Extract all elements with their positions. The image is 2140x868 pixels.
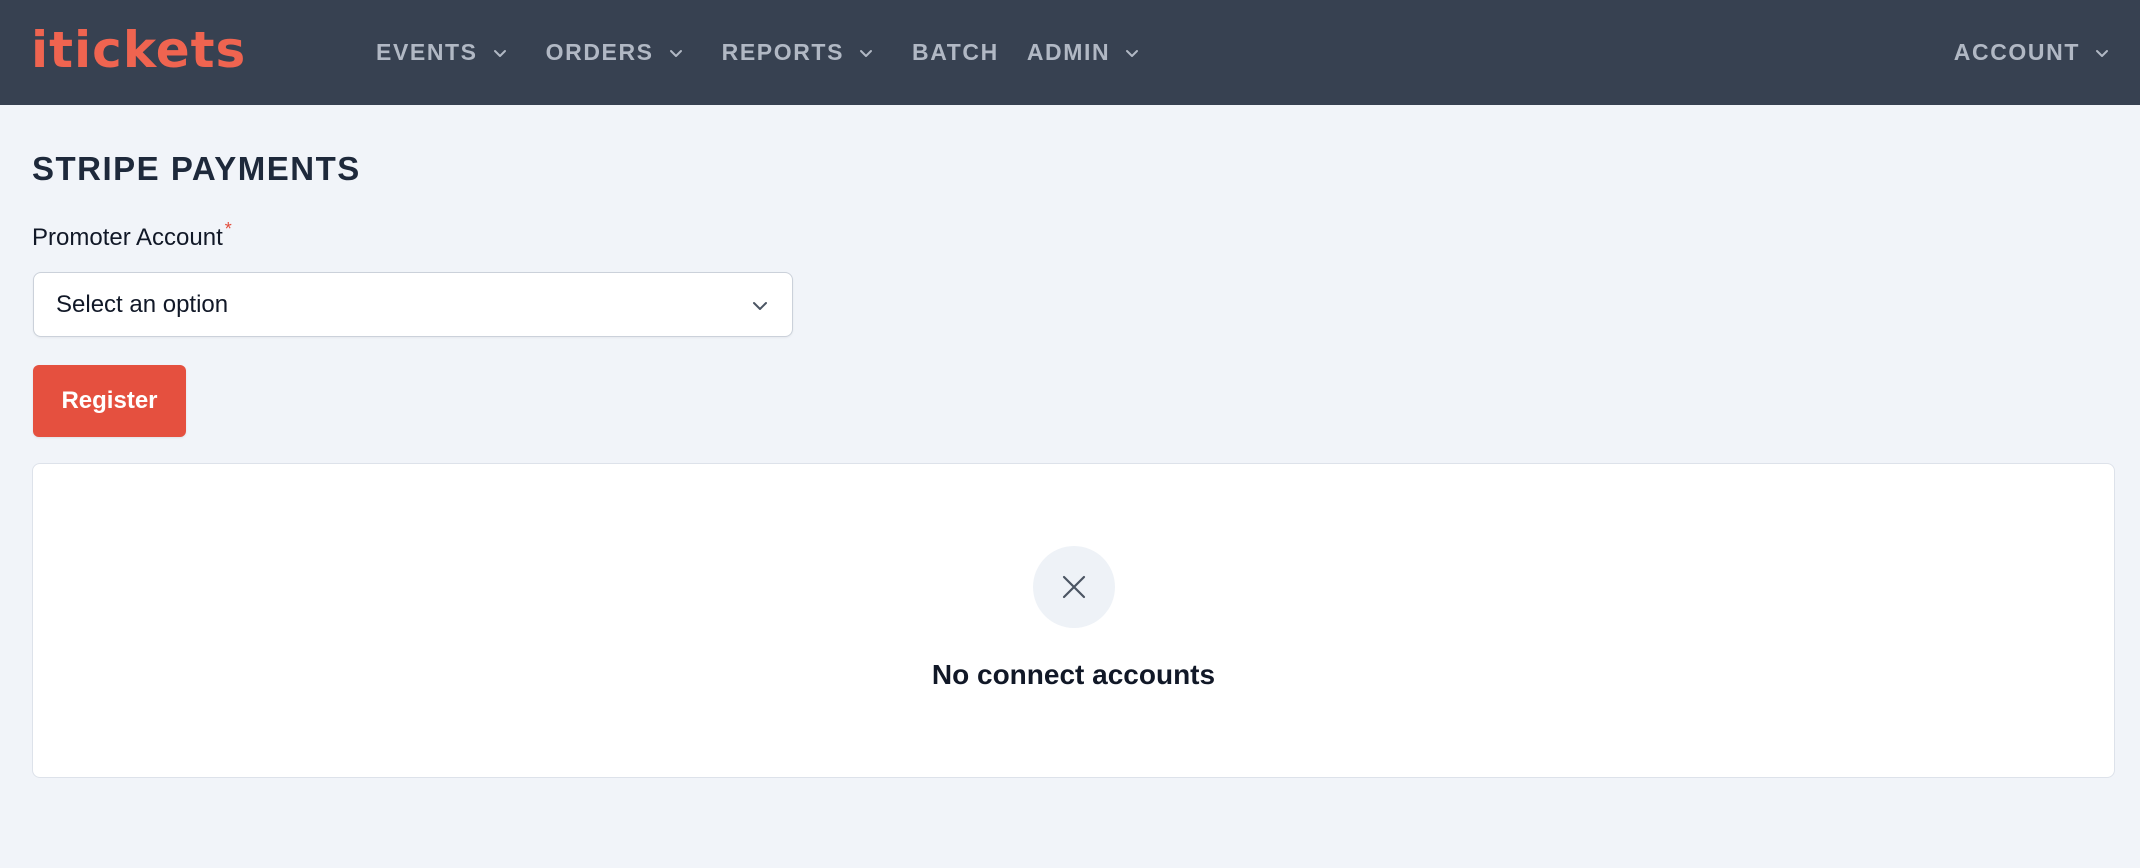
chevron-down-icon	[753, 302, 767, 310]
empty-state-icon-badge	[1033, 546, 1115, 628]
register-button[interactable]: Register	[33, 365, 186, 437]
logo-text: iTickets	[31, 21, 247, 79]
top-navigation-bar: iTickets EVENTS ORDERS REPORTS BATCH ADM…	[0, 0, 2140, 105]
chevron-down-icon	[2096, 49, 2108, 57]
required-marker: *	[224, 219, 232, 239]
select-value: Select an option	[56, 290, 229, 318]
nav-item-label: REPORTS	[721, 39, 845, 65]
promoter-account-label-text: Promoter Account	[32, 224, 223, 251]
nav-item-reports[interactable]: REPORTS	[722, 0, 874, 105]
connect-accounts-empty-state: No connect accounts	[32, 463, 2115, 778]
page-title: STRIPE PAYMENTS	[32, 150, 361, 187]
nav-item-admin[interactable]: ADMIN	[1027, 0, 1140, 105]
account-label: ACCOUNT	[1953, 39, 2080, 65]
empty-state-message: No connect accounts	[931, 659, 1216, 690]
promoter-account-select[interactable]: Select an option	[33, 272, 793, 337]
nav-item-events[interactable]: EVENTS	[376, 0, 508, 105]
x-icon	[1062, 575, 1086, 599]
itickets-logo[interactable]: iTickets	[31, 21, 323, 79]
promoter-account-label: Promoter Account *	[32, 219, 232, 252]
account-menu[interactable]: ACCOUNT	[1954, 0, 2110, 105]
nav-item-label: ADMIN	[1026, 39, 1111, 65]
nav-item-orders[interactable]: ORDERS	[546, 0, 684, 105]
chevron-down-icon	[860, 49, 873, 57]
nav-item-label: EVENTS	[376, 39, 478, 65]
chevron-down-icon	[493, 49, 506, 57]
nav-item-label: ORDERS	[545, 39, 654, 65]
chevron-down-icon	[669, 49, 682, 57]
nav-item-batch[interactable]: BATCH	[912, 0, 999, 105]
chevron-down-icon	[1126, 49, 1139, 57]
nav-item-label: BATCH	[912, 39, 999, 65]
main-nav: EVENTS ORDERS REPORTS BATCH ADMIN	[376, 0, 1178, 105]
